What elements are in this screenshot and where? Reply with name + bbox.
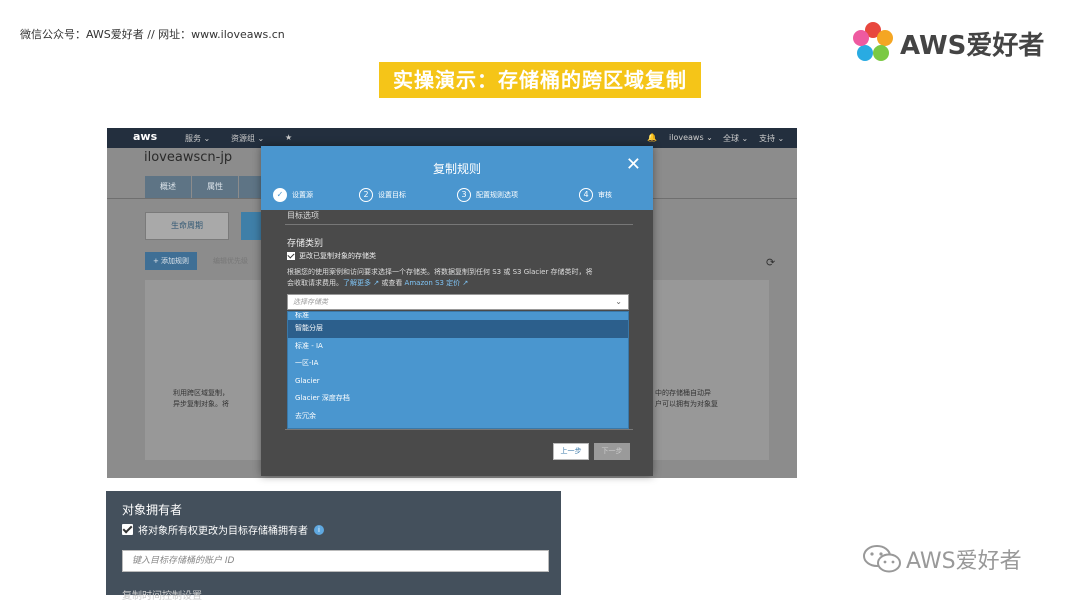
check-icon: ✓ [273,188,287,202]
option-glacier-deep-archive[interactable]: Glacier 深度存档 [288,390,628,408]
watermark: AWS爱好者 [862,543,1022,575]
info-icon[interactable]: i [314,524,324,535]
option-intelligent-tiering[interactable]: 智能分层 [288,320,628,338]
divider [285,224,633,225]
pinwheel-logo-icon [853,22,893,61]
step-label: 设置源 [292,191,313,199]
previous-button[interactable]: 上一步 [553,443,589,460]
checkbox-checked-icon[interactable] [287,252,295,260]
services-menu[interactable]: 服务 ⌄ [185,133,210,144]
replication-description-left: 利用跨区域复制， 异步复制对象。将 [173,389,229,408]
change-storage-class-checkbox[interactable]: 更改已复制对象的存储类 [287,251,376,261]
resource-groups-menu[interactable]: 资源组 ⌄ [231,133,264,144]
option-standard-ia[interactable]: 标准 - IA [288,338,628,356]
divider [285,429,633,430]
close-icon[interactable]: ✕ [626,156,641,174]
aws-top-nav: aws 服务 ⌄ 资源组 ⌄ ★ 🔔 iloveaws ⌄ 全球 ⌄ 支持 ⌄ [107,128,797,148]
add-rule-button[interactable]: + 添加规则 [145,252,197,270]
modal-header: 复制规则 ✕ ✓ 设置源 2 设置目标 3 配置规则选项 4 审核 [261,146,653,210]
option-standard[interactable]: 标准 [288,312,628,320]
support-menu[interactable]: 支持 ⌄ [759,133,784,144]
header-info: 微信公众号：AWS爱好者 // 网址：www.iloveaws.cn [20,28,285,41]
pricing-link[interactable]: Amazon S3 定价 ↗ [405,279,469,287]
step-label: 审核 [598,191,612,199]
step-label: 设置目标 [378,191,406,199]
region-menu[interactable]: 全球 ⌄ [723,133,748,144]
slide-title: 实操演示：存储桶的跨区域复制 [379,62,701,98]
wizard-steps: ✓ 设置源 2 设置目标 3 配置规则选项 4 审核 [273,188,643,206]
step-number: 3 [457,188,471,202]
chevron-down-icon[interactable]: ⌄ [615,295,622,309]
learn-more-link[interactable]: 了解更多 ↗ [343,279,379,287]
object-owner-panel: 对象拥有者 将对象所有权更改为目标存储桶拥有者 i 键入目标存储桶的账户 ID … [106,491,561,602]
option-reduced-redundancy[interactable]: 去冗余 [288,408,628,426]
step-1[interactable]: ✓ 设置源 [273,188,313,202]
checkbox-checked-icon[interactable] [122,524,133,535]
logo-text: AWS爱好者 [900,30,1045,61]
slide: 微信公众号：AWS爱好者 // 网址：www.iloveaws.cn AWS爱好… [0,0,1080,608]
step-number: 2 [359,188,373,202]
edit-priority-button[interactable]: 编辑优先级 [213,256,248,266]
option-glacier[interactable]: Glacier [288,373,628,391]
step-number: 4 [579,188,593,202]
step-2[interactable]: 2 设置目标 [359,188,406,202]
step-label: 配置规则选项 [476,191,518,199]
modal-title: 复制规则 [432,162,481,176]
rtc-settings-heading: 复制时间控制设置 [122,591,202,602]
tab-properties[interactable]: 属性 [192,176,238,198]
user-menu[interactable]: iloveaws ⌄ [669,133,713,142]
storage-class-description: 根据您的使用案例和访问要求选择一个存储类。将数据复制到任何 S3 或 S3 Gl… [287,268,593,287]
logo: AWS爱好者 [850,20,1044,66]
wechat-icon [863,545,901,573]
bell-icon[interactable]: 🔔 [647,133,657,142]
option-onezone-ia[interactable]: 一区-IA [288,355,628,373]
pin-icon[interactable]: ★ [285,133,292,142]
step-3[interactable]: 3 配置规则选项 [457,188,518,202]
bucket-name: iloveawscn-jp [144,150,233,165]
section-heading: 目标选项 [287,211,319,220]
tab-overview[interactable]: 概述 [145,176,191,198]
lifecycle-button[interactable]: 生命周期 [145,212,229,240]
change-owner-checkbox[interactable]: 将对象所有权更改为目标存储桶拥有者 i [122,522,324,537]
replication-description-right: 中的存储桶自动异 户可以拥有为对象复 [655,389,718,408]
storage-class-label: 存储类别 [287,239,324,249]
next-button[interactable]: 下一步 [594,443,630,460]
storage-class-dropdown: 标准 智能分层 标准 - IA 一区-IA Glacier Glacier 深度… [287,311,629,429]
aws-logo[interactable]: aws [133,130,157,143]
storage-class-select[interactable]: 选择存储类 ⌄ [287,294,629,310]
step-4[interactable]: 4 审核 [579,188,612,202]
refresh-icon[interactable]: ⟳ [766,256,775,269]
replication-rule-modal: 复制规则 ✕ ✓ 设置源 2 设置目标 3 配置规则选项 4 审核 目标选项 存… [261,146,653,476]
object-owner-title: 对象拥有者 [122,503,183,517]
account-id-input[interactable]: 键入目标存储桶的账户 ID [122,550,549,572]
